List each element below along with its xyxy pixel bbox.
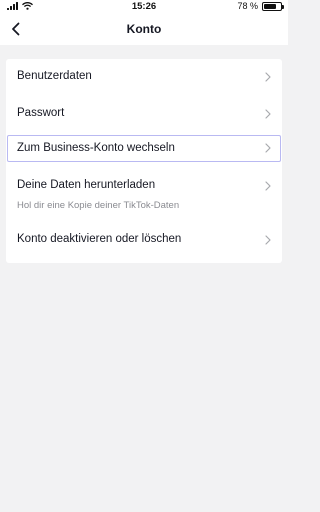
menu-item-label: Zum Business-Konto wechseln	[17, 142, 175, 154]
chevron-right-icon	[265, 181, 271, 191]
menu-item-daten-herunterladen[interactable]: Deine Daten herunterladen Hol dir eine K…	[6, 166, 282, 216]
menu-item-label: Deine Daten herunterladen	[17, 179, 156, 191]
chevron-right-icon	[265, 109, 271, 119]
status-right: 78 %	[237, 1, 284, 11]
menu-item-passwort[interactable]: Passwort	[6, 95, 282, 131]
menu-item-label: Benutzerdaten	[17, 70, 92, 82]
menu-item-business-konto[interactable]: Zum Business-Konto wechseln	[7, 135, 281, 162]
menu-item-konto-deaktivieren[interactable]: Konto deaktivieren oder löschen	[6, 219, 282, 259]
chevron-right-icon	[265, 235, 271, 245]
settings-card: Benutzerdaten Passwort Zum Business-Kont…	[6, 59, 282, 263]
battery-percent: 78 %	[237, 1, 258, 11]
menu-item-label: Passwort	[17, 107, 65, 119]
chevron-right-icon	[265, 72, 271, 82]
menu-item-subtitle: Hol dir eine Kopie deiner TikTok-Daten	[17, 200, 180, 211]
chevron-right-icon	[265, 143, 271, 153]
status-bar: 15:26 78 %	[0, 0, 288, 14]
battery-icon	[262, 1, 284, 11]
menu-item-benutzerdaten[interactable]: Benutzerdaten	[6, 59, 282, 95]
battery-fill	[264, 3, 277, 9]
menu-item-label: Konto deaktivieren oder löschen	[17, 233, 182, 245]
nav-bar: Konto	[0, 14, 288, 45]
page-title: Konto	[126, 22, 162, 36]
